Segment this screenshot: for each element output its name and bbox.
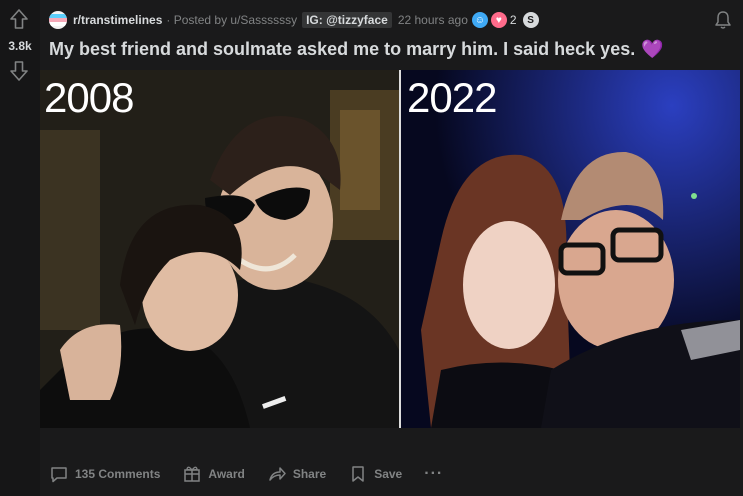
award-heart-icon[interactable]: ♥ <box>490 12 507 28</box>
user-flair: IG: @tizzyface <box>302 12 392 28</box>
comments-label: 135 Comments <box>75 467 161 481</box>
share-button[interactable]: Share <box>267 464 326 484</box>
year-label-right: 2022 <box>407 74 497 121</box>
subreddit-icon[interactable] <box>49 11 67 29</box>
year-label-left: 2008 <box>44 74 134 121</box>
vote-column: 3.8k <box>0 0 40 496</box>
bell-icon <box>715 11 731 29</box>
comment-icon <box>51 467 67 483</box>
post-card: 3.8k r/transtimelines · Posted by u/Sass… <box>0 0 743 496</box>
share-icon <box>269 467 286 481</box>
subreddit-link[interactable]: r/transtimelines <box>73 13 162 27</box>
post-title[interactable]: My best friend and soulmate asked me to … <box>49 39 664 60</box>
comments-button[interactable]: 135 Comments <box>49 464 160 484</box>
photo-2022-panel: 2022 <box>401 70 740 428</box>
award-count: 2 <box>509 13 517 27</box>
award-silver-icon[interactable]: S <box>522 12 539 28</box>
award-button[interactable]: Award <box>182 464 245 484</box>
post-image[interactable]: 2008 2022 <box>40 70 740 428</box>
upvote-button[interactable] <box>8 8 30 30</box>
post-meta: r/transtimelines · Posted by u/Sassssssy… <box>49 10 542 30</box>
downvote-button[interactable] <box>8 60 30 82</box>
share-label: Share <box>292 467 327 481</box>
award-icon <box>184 466 201 482</box>
photo-2008-panel: 2008 <box>40 70 399 428</box>
photo-2008-illustration <box>40 70 399 428</box>
vote-count: 3.8k <box>8 39 32 53</box>
notification-bell-button[interactable] <box>713 10 733 30</box>
save-button[interactable]: Save <box>348 464 402 484</box>
post-time[interactable]: 22 hours ago <box>398 13 468 27</box>
more-options-button[interactable]: ··· <box>424 465 443 483</box>
save-label: Save <box>374 467 403 481</box>
upvote-icon <box>10 9 28 29</box>
photo-2022-illustration <box>401 70 740 428</box>
award-label: Award <box>208 467 245 481</box>
post-title-text: My best friend and soulmate asked me to … <box>49 39 636 59</box>
purple-heart-emoji: 💜 <box>641 39 664 59</box>
downvote-icon <box>10 61 28 81</box>
action-bar: 135 Comments Award Share Save ··· <box>49 460 443 488</box>
save-icon <box>352 466 364 482</box>
posted-by[interactable]: · Posted by u/Sassssssy <box>166 13 297 27</box>
award-wholesome-icon[interactable]: ☺ <box>471 12 488 28</box>
